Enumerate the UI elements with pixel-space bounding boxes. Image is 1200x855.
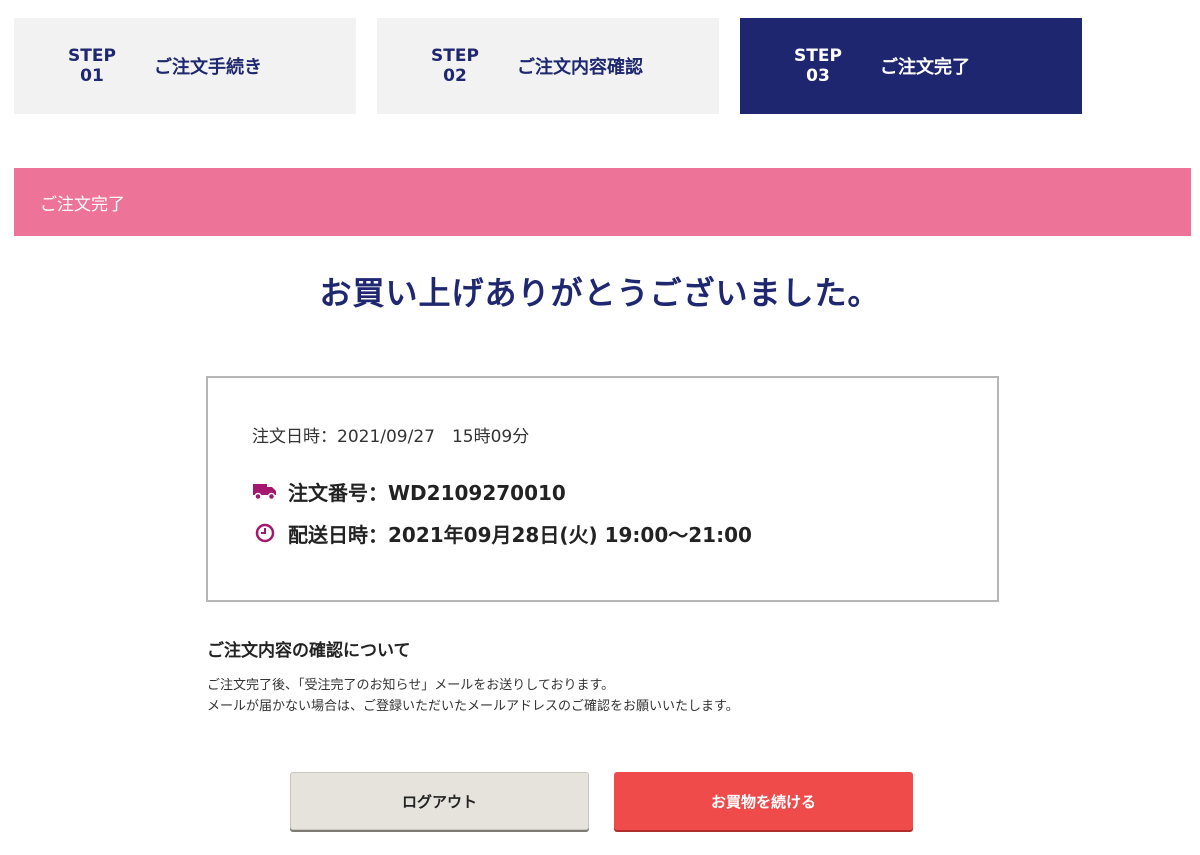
confirmation-notice: ご注文内容の確認について ご注文完了後、「受注完了のお知らせ」メールをお送りして… [207, 636, 1007, 717]
step-number: STEP 03 [790, 46, 846, 86]
step-label: ご注文内容確認 [517, 57, 643, 78]
step-number-value: 02 [443, 66, 467, 86]
order-complete-page: STEP 01 ご注文手続き STEP 02 ご注文内容確認 STEP 03 ご… [0, 0, 1200, 855]
continue-shopping-button[interactable]: お買物を続ける [614, 772, 913, 830]
step-label: ご注文手続き [154, 57, 262, 78]
step-01: STEP 01 ご注文手続き [14, 18, 356, 114]
step-02: STEP 02 ご注文内容確認 [377, 18, 719, 114]
notice-line: メールが届かない場合は、ご登録いただいたメールアドレスのご確認をお願いいたします… [207, 699, 739, 714]
notice-line: ご注文完了後、「受注完了のお知らせ」メールをお送りしております。 [207, 678, 615, 693]
notice-text: ご注文完了後、「受注完了のお知らせ」メールをお送りしております。 メールが届かな… [207, 675, 1007, 717]
truck-icon [252, 480, 278, 502]
order-datetime: 注文日時：2021/09/27 15時09分 [252, 427, 530, 447]
order-number: 注文番号：WD2109270010 [288, 480, 566, 505]
step-number: STEP 01 [64, 46, 120, 86]
clock-icon [252, 522, 278, 544]
step-number-value: 03 [806, 66, 830, 86]
step-word: STEP [68, 46, 116, 66]
order-summary-box: 注文日時：2021/09/27 15時09分 注文番号：WD2109270010… [206, 376, 999, 602]
notice-title: ご注文内容の確認について [207, 641, 411, 661]
delivery-row: 配送日時：2021年09月28日(火) 19:00〜21:00 [252, 519, 997, 547]
logout-button[interactable]: ログアウト [290, 772, 589, 830]
delivery-datetime: 配送日時：2021年09月28日(火) 19:00〜21:00 [288, 522, 752, 547]
step-number-value: 01 [80, 66, 104, 86]
section-title: ご注文完了 [40, 194, 125, 215]
step-03: STEP 03 ご注文完了 [740, 18, 1082, 114]
step-word: STEP [431, 46, 479, 66]
order-number-row: 注文番号：WD2109270010 [252, 477, 997, 505]
thanks-heading: お買い上げありがとうございました。 [319, 274, 881, 312]
step-number: STEP 02 [427, 46, 483, 86]
step-word: STEP [794, 46, 842, 66]
step-label: ご注文完了 [880, 57, 970, 78]
section-title-bar: ご注文完了 [14, 168, 1191, 236]
checkout-steps: STEP 01 ご注文手続き STEP 02 ご注文内容確認 STEP 03 ご… [14, 18, 1082, 114]
